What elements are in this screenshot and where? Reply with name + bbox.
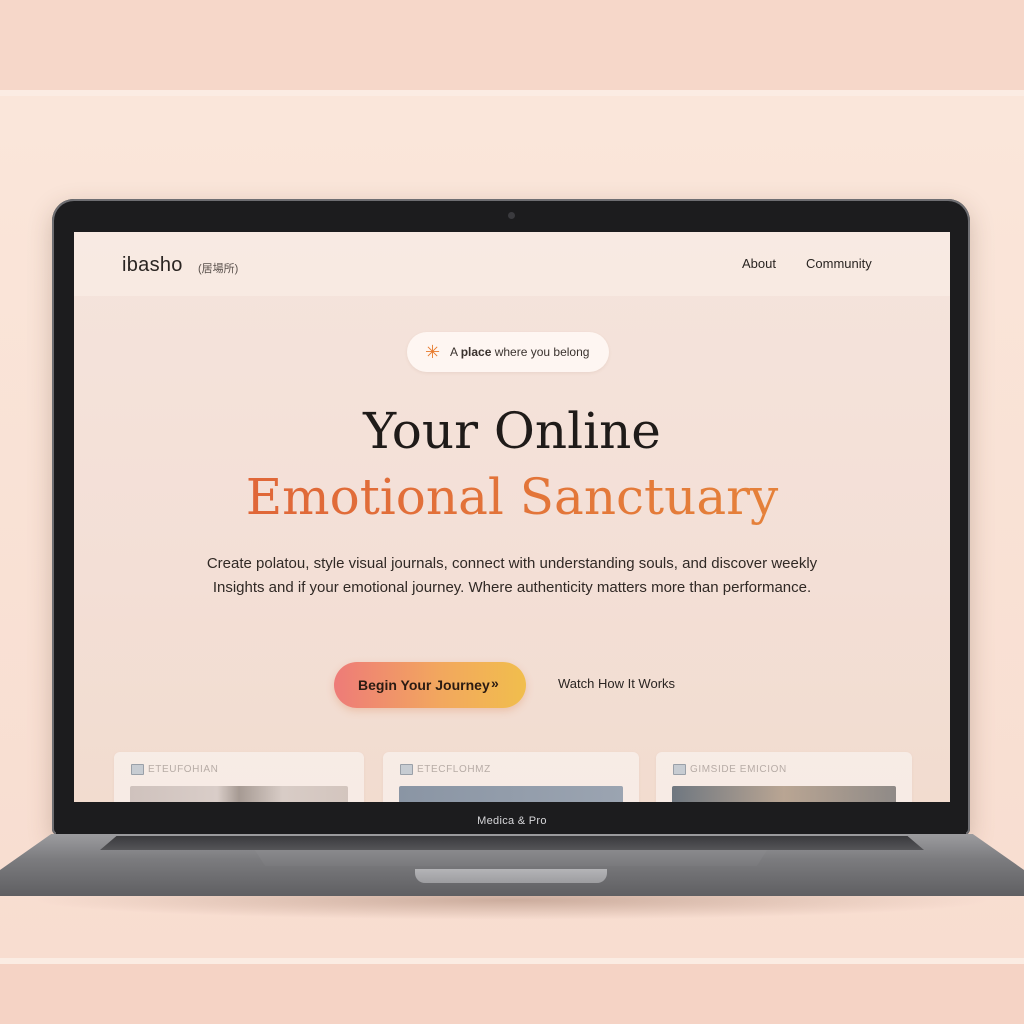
begin-journey-label: Begin Your Journey — [358, 677, 490, 693]
image-icon — [673, 764, 686, 775]
image-icon — [400, 764, 413, 775]
laptop-screen: ibasho (居場所) About Community ✳ A place w… — [74, 232, 950, 802]
brand-logo[interactable]: ibasho — [122, 254, 183, 277]
tagline-text: A place where you belong — [450, 345, 590, 359]
brand-subtitle: (居場所) — [198, 263, 239, 275]
keyboard-area — [100, 836, 924, 850]
feature-card[interactable]: ETEUFOHIAN — [114, 752, 364, 802]
nav-link-about[interactable]: About — [742, 256, 776, 271]
feature-card-image — [399, 786, 623, 802]
sparkle-icon: ✳ — [425, 342, 441, 362]
backdrop-bottom — [0, 964, 1024, 1024]
feature-card[interactable]: ETECFLOHMZ — [383, 752, 639, 802]
nav-link-community[interactable]: Community — [806, 256, 872, 271]
hero-title-line1: Your Online — [363, 402, 661, 460]
tagline-badge: ✳ A place where you belong — [407, 332, 609, 372]
feature-card[interactable]: GIMSIDE EMICION — [656, 752, 912, 802]
image-icon — [131, 764, 144, 775]
feature-card-image — [672, 786, 896, 802]
camera-icon — [508, 212, 515, 219]
feature-card-title: ETECFLOHMZ — [417, 764, 491, 775]
backdrop-top — [0, 0, 1024, 90]
begin-journey-button[interactable]: Begin Your Journey » — [334, 662, 526, 708]
feature-card-title: GIMSIDE EMICION — [690, 764, 787, 775]
trackpad — [255, 850, 767, 866]
feature-card-title: ETEUFOHIAN — [148, 764, 219, 775]
feature-card-image — [130, 786, 348, 802]
hero-title-line2: Emotional Sanctuary — [74, 468, 950, 526]
navbar: ibasho (居場所) About Community — [74, 232, 950, 296]
watch-how-it-works-link[interactable]: Watch How It Works — [558, 676, 675, 691]
hero-description: Create polatou, style visual journals, c… — [206, 555, 818, 596]
double-chevron-right-icon: » — [491, 675, 499, 691]
device-label: Medica & Pro — [477, 815, 547, 827]
lid-notch — [415, 869, 607, 883]
